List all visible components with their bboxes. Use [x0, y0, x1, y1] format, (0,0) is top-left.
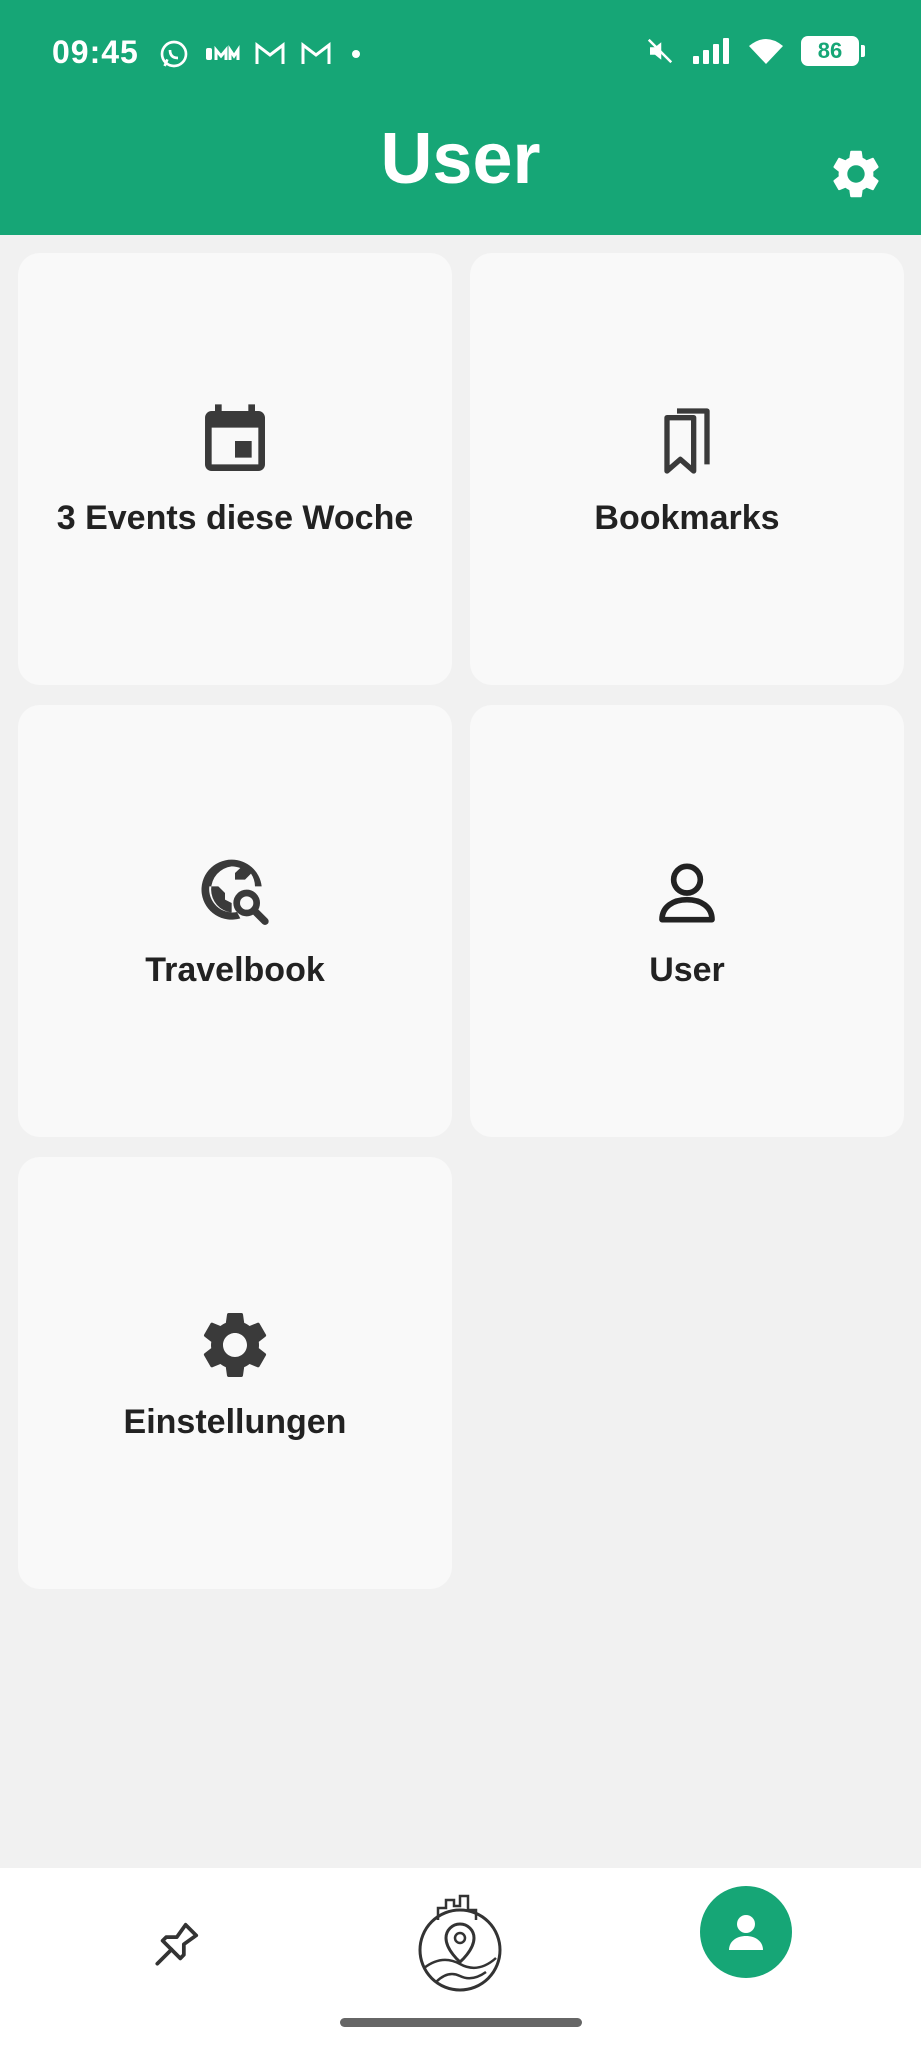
person-icon: [729, 1915, 763, 1950]
gmail-icon: [301, 41, 331, 64]
events-label: 3 Events diese Woche: [56, 498, 414, 537]
settings-card[interactable]: Einstellungen: [18, 1157, 452, 1589]
dot-icon: [352, 50, 360, 58]
whatsapp-icon: [160, 40, 188, 68]
settings-label: Einstellungen: [123, 1402, 347, 1441]
calendar-icon: [205, 403, 265, 471]
battery-level: 86: [817, 38, 843, 63]
top-bar: 09:45 86 User: [0, 0, 921, 235]
carrier-icon: [206, 45, 240, 60]
app-root: 09:45 86 User 3 Events diese Woche Bookm…: [0, 0, 921, 2048]
gear-icon: [203, 1312, 267, 1377]
page-title: User: [380, 119, 541, 199]
status-right-icons: 86: [645, 36, 865, 66]
city-map-icon: [418, 1894, 502, 1992]
travelbook-card[interactable]: Travelbook: [18, 705, 452, 1137]
mute-icon: [647, 38, 673, 64]
bookmarks-card[interactable]: Bookmarks: [470, 253, 904, 685]
bookmarks-label: Bookmarks: [594, 498, 780, 537]
user-label: User: [649, 950, 725, 989]
pin-icon: [155, 1922, 199, 1966]
bookmarks-icon: [664, 407, 710, 474]
gear-icon[interactable]: [827, 145, 885, 203]
user-card[interactable]: User: [470, 705, 904, 1137]
gmail-icon: [255, 41, 285, 64]
status-left-icons: [158, 38, 366, 70]
signal-icon: [693, 38, 729, 64]
person-icon: [659, 863, 715, 922]
nav-item-map[interactable]: [410, 1888, 510, 1998]
travel-explore-icon: [201, 859, 269, 925]
nav-item-user[interactable]: [700, 1886, 792, 1978]
status-time: 09:45: [52, 34, 139, 70]
wifi-icon: [749, 39, 783, 64]
travelbook-label: Travelbook: [145, 950, 325, 989]
home-indicator[interactable]: [340, 2018, 582, 2027]
bottom-nav: [0, 1868, 921, 2048]
battery-indicator: 86: [801, 36, 865, 66]
nav-item-pin[interactable]: [135, 1906, 215, 1986]
status-bar: 09:45 86: [0, 0, 921, 110]
events-card[interactable]: 3 Events diese Woche: [18, 253, 452, 685]
